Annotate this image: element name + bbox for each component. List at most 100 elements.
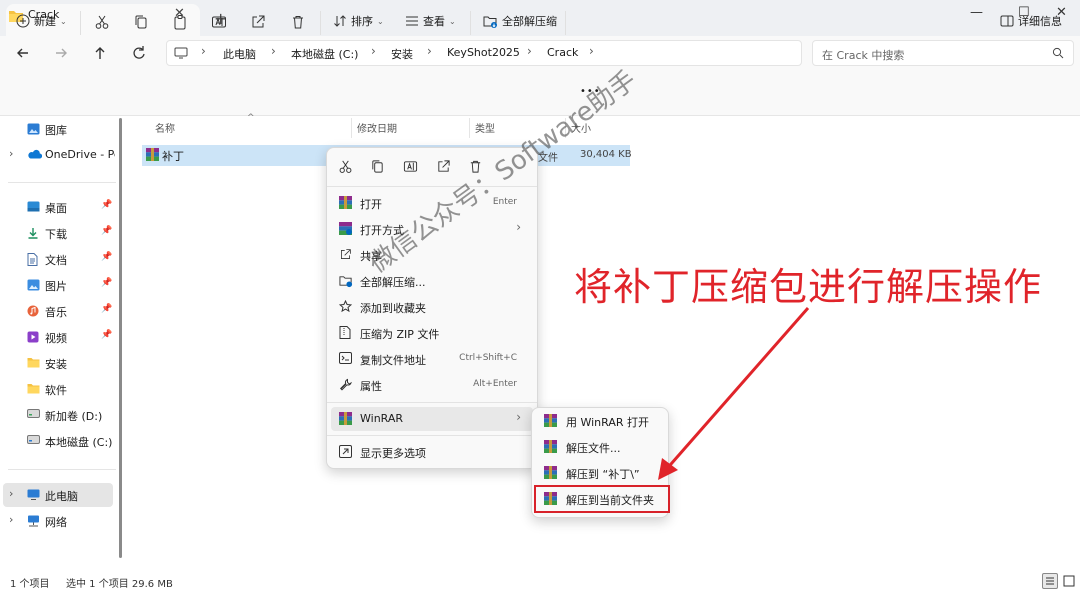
arrow-right-icon bbox=[56, 48, 67, 58]
sidebar-item-music[interactable]: 音乐 📌 bbox=[0, 299, 118, 323]
winrar-archive-icon bbox=[339, 412, 352, 425]
menu-shortcut: Ctrl+Shift+C bbox=[459, 353, 517, 363]
arrow-left-icon bbox=[17, 48, 28, 58]
chevron-right-icon[interactable]: › bbox=[9, 487, 13, 500]
new-button[interactable]: 新建 ⌄ bbox=[16, 13, 67, 29]
column-header-type[interactable]: 类型 bbox=[475, 120, 495, 135]
sidebar-item-videos[interactable]: 视频 📌 bbox=[0, 325, 118, 349]
rename-icon bbox=[212, 16, 226, 28]
desktop-icon bbox=[27, 201, 40, 212]
chevron-right-icon[interactable]: › bbox=[9, 513, 13, 526]
forward-button[interactable] bbox=[48, 42, 74, 64]
sort-button[interactable]: 排序 ⌄ bbox=[333, 13, 384, 29]
extract-folder-icon bbox=[483, 16, 497, 28]
breadcrumb-this-pc[interactable]: 此电脑 bbox=[223, 46, 256, 62]
file-name[interactable]: 补丁 bbox=[162, 148, 184, 164]
winrar-archive-icon bbox=[146, 148, 159, 161]
submenu-extract-here[interactable]: 解压到当前文件夹 bbox=[534, 485, 670, 513]
copy-path-icon bbox=[339, 352, 352, 364]
pin-icon[interactable]: 📌 bbox=[101, 330, 112, 340]
menu-item-winrar[interactable]: WinRAR › bbox=[331, 407, 533, 431]
breadcrumb-chevron-icon: › bbox=[527, 44, 532, 58]
command-bar bbox=[0, 70, 1080, 116]
sidebar-item-software[interactable]: 软件 bbox=[0, 377, 118, 401]
search-input[interactable]: 在 Crack 中搜索 bbox=[822, 47, 904, 63]
winrar-archive-icon bbox=[544, 466, 557, 479]
pin-icon[interactable]: 📌 bbox=[101, 304, 112, 314]
sidebar-item-gallery[interactable]: 图库 bbox=[0, 117, 118, 141]
pin-icon[interactable]: 📌 bbox=[101, 226, 112, 236]
paste-button[interactable] bbox=[172, 14, 188, 30]
view-button[interactable]: 查看 ⌄ bbox=[405, 13, 456, 29]
pin-icon[interactable]: 📌 bbox=[101, 278, 112, 288]
sidebar-item-desktop[interactable]: 桌面 📌 bbox=[0, 195, 118, 219]
sidebar-scrollbar[interactable] bbox=[119, 118, 122, 558]
sidebar-item-drive-c[interactable]: 本地磁盘 (C:) bbox=[0, 429, 118, 453]
menu-item-share[interactable]: 共享 bbox=[331, 243, 533, 267]
copy-button[interactable] bbox=[133, 14, 149, 30]
context-share-button[interactable] bbox=[436, 159, 451, 174]
column-header-modified[interactable]: 修改日期 bbox=[357, 120, 397, 135]
sidebar-item-onedrive[interactable]: › OneDrive - Per bbox=[0, 143, 118, 167]
menu-item-show-more[interactable]: 显示更多选项 bbox=[331, 440, 533, 464]
menu-shortcut: Alt+Enter bbox=[473, 379, 517, 389]
sort-ascending-icon: ^ bbox=[247, 113, 255, 123]
status-item-count: 1 个项目 bbox=[10, 579, 50, 590]
sidebar-item-label: 新加卷 (D:) bbox=[45, 410, 103, 423]
sidebar-item-label: 网络 bbox=[45, 516, 67, 529]
breadcrumb-drive-c[interactable]: 本地磁盘 (C:) bbox=[291, 46, 358, 62]
sidebar-item-install[interactable]: 安装 bbox=[0, 351, 118, 375]
menu-divider bbox=[327, 435, 537, 436]
chevron-right-icon[interactable]: › bbox=[9, 147, 13, 160]
extract-all-button[interactable]: 全部解压缩 bbox=[483, 13, 557, 29]
column-divider[interactable] bbox=[351, 118, 352, 138]
menu-item-compress-zip[interactable]: 压缩为 ZIP 文件 bbox=[331, 321, 533, 345]
refresh-icon bbox=[133, 46, 145, 59]
menu-item-add-favorites[interactable]: 添加到收藏夹 bbox=[331, 295, 533, 319]
minimize-button[interactable]: — bbox=[970, 5, 983, 20]
sidebar-item-drive-d[interactable]: 新加卷 (D:) bbox=[0, 403, 118, 427]
share-icon bbox=[339, 248, 352, 261]
pin-icon[interactable]: 📌 bbox=[101, 200, 112, 210]
sidebar-item-this-pc[interactable]: › 此电脑 bbox=[3, 483, 113, 507]
share-button[interactable] bbox=[250, 14, 266, 30]
sort-label: 排序 bbox=[351, 15, 373, 28]
sidebar-item-pictures[interactable]: 图片 📌 bbox=[0, 273, 118, 297]
up-button[interactable] bbox=[87, 42, 113, 64]
cut-button[interactable] bbox=[94, 14, 110, 30]
context-rename-button[interactable] bbox=[403, 159, 418, 174]
copy-icon bbox=[135, 15, 147, 29]
tiles-view-button[interactable] bbox=[1062, 574, 1076, 588]
address-bar[interactable]: › 此电脑 › 本地磁盘 (C:) › 安装 › KeyShot2025 › C… bbox=[166, 40, 802, 66]
rename-button[interactable] bbox=[211, 14, 227, 30]
folder-icon bbox=[27, 357, 40, 368]
column-divider[interactable] bbox=[469, 118, 470, 138]
details-pane-button[interactable]: 详细信息 bbox=[1000, 13, 1062, 29]
show-more-icon bbox=[339, 445, 352, 458]
column-header-name[interactable]: 名称 bbox=[155, 120, 175, 135]
refresh-button[interactable] bbox=[126, 42, 152, 64]
context-menu: 打开 Enter 打开方式 › 共享 全部解压缩... 添加到收藏夹 压缩为 Z… bbox=[326, 147, 538, 469]
extract-all-label: 全部解压缩 bbox=[502, 15, 557, 28]
breadcrumb-keyshot[interactable]: KeyShot2025 bbox=[447, 46, 520, 59]
breadcrumb-install[interactable]: 安装 bbox=[391, 46, 413, 62]
sidebar-divider bbox=[8, 182, 116, 183]
back-button[interactable] bbox=[10, 42, 36, 64]
sidebar-item-downloads[interactable]: 下载 📌 bbox=[0, 221, 118, 245]
onedrive-icon bbox=[27, 149, 42, 159]
breadcrumb-crack[interactable]: Crack bbox=[547, 46, 578, 59]
menu-item-properties[interactable]: 属性 Alt+Enter bbox=[331, 373, 533, 397]
search-box[interactable]: 在 Crack 中搜索 bbox=[812, 40, 1074, 66]
sidebar-item-network[interactable]: › 网络 bbox=[0, 509, 118, 533]
pictures-icon bbox=[27, 279, 40, 291]
menu-item-copy-path[interactable]: 复制文件地址 Ctrl+Shift+C bbox=[331, 347, 533, 371]
menu-item-label: 复制文件地址 bbox=[360, 354, 426, 367]
menu-item-extract-all[interactable]: 全部解压缩... bbox=[331, 269, 533, 293]
search-icon bbox=[1052, 47, 1064, 59]
context-copy-button[interactable] bbox=[370, 159, 385, 174]
pin-icon[interactable]: 📌 bbox=[101, 252, 112, 262]
context-cut-button[interactable] bbox=[338, 159, 353, 174]
details-view-button[interactable] bbox=[1042, 573, 1058, 589]
sidebar-item-documents[interactable]: 文档 📌 bbox=[0, 247, 118, 271]
delete-button[interactable] bbox=[290, 14, 306, 30]
